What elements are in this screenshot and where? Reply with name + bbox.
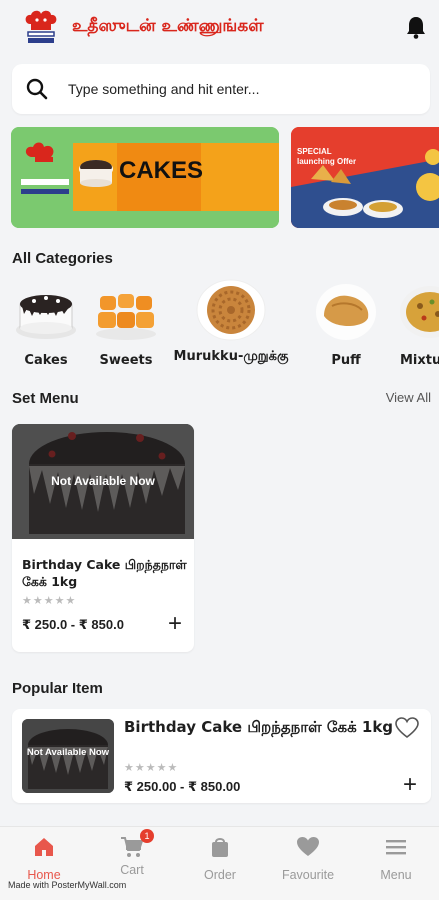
mixture-image	[400, 286, 439, 338]
product-name: Birthday Cake பிறந்தநாள் கேக் 1kg	[124, 718, 394, 736]
set-menu-title: Set Menu	[12, 390, 79, 407]
bag-icon	[212, 838, 228, 857]
category-label: Murukku-முறுக்கு	[173, 349, 289, 364]
nav-label: Menu	[380, 868, 412, 882]
category-murukku[interactable]: Murukku-முறுக்கு	[166, 279, 296, 365]
category-cakes[interactable]: Cakes	[6, 282, 86, 368]
puff-image	[316, 284, 376, 340]
search-icon	[26, 78, 48, 100]
nav-label: Favourite	[281, 868, 335, 882]
product-price: ₹ 250.00 - ₹ 850.00	[124, 779, 241, 794]
category-sweets[interactable]: Sweets	[86, 282, 166, 368]
nav-label: Order	[204, 868, 236, 882]
nav-label: Cart	[120, 863, 144, 877]
sweets-image	[96, 294, 156, 340]
search-input[interactable]	[68, 77, 408, 101]
add-to-cart-button[interactable]: +	[403, 773, 417, 797]
nav-menu[interactable]: Menu	[352, 835, 439, 882]
hamburger-icon	[386, 840, 406, 855]
cart-icon: 1	[120, 829, 154, 859]
nav-home[interactable]: Home	[0, 835, 88, 882]
category-label: Puff	[331, 353, 361, 368]
category-label: Mixture	[400, 353, 439, 368]
heart-icon	[297, 837, 319, 856]
top-bar: உதீஸுடன் உண்ணுங்கள்	[0, 0, 439, 56]
category-label: Sweets	[99, 353, 153, 368]
search-bar[interactable]	[12, 64, 430, 114]
all-categories-title: All Categories	[12, 250, 113, 267]
add-to-cart-button[interactable]: +	[168, 612, 182, 636]
bell-icon[interactable]	[405, 15, 427, 39]
cake-image	[16, 295, 76, 339]
favourite-heart-icon[interactable]	[395, 717, 419, 739]
banner-headline: CAKES	[119, 157, 204, 184]
category-label: Cakes	[24, 353, 68, 368]
rating-stars: ★★★★★	[22, 595, 77, 607]
nav-order[interactable]: Order	[176, 835, 264, 882]
banner-offer-text: SPECIAL launching Offer	[297, 147, 357, 166]
product-name: Birthday Cake பிறந்தநாள் கேக் 1kg	[22, 557, 187, 589]
set-menu-card[interactable]: Not Available Now Birthday Cake பிறந்தநா…	[12, 424, 194, 652]
product-image: Not Available Now	[22, 719, 114, 793]
popular-item-card[interactable]: Not Available Now Birthday Cake பிறந்தநா…	[12, 709, 431, 803]
category-mixture[interactable]: Mixture	[386, 282, 439, 368]
promo-banner-cakes[interactable]: CAKES	[11, 127, 279, 228]
nav-favourite[interactable]: Favourite	[264, 835, 352, 882]
nav-cart[interactable]: 1 Cart	[88, 829, 176, 877]
murukku-image	[196, 279, 266, 341]
app-title: உதீஸுடன் உண்ணுங்கள்	[72, 16, 264, 36]
chef-logo	[25, 10, 57, 43]
availability-label: Not Available Now	[51, 474, 155, 488]
watermark: Made with PosterMyWall.com	[8, 880, 127, 890]
availability-label: Not Available Now	[26, 747, 110, 758]
view-all-link[interactable]: View All	[386, 390, 431, 405]
home-icon	[35, 838, 53, 856]
popular-item-title: Popular Item	[12, 680, 103, 697]
category-puff[interactable]: Puff	[306, 282, 386, 368]
promo-banner-offer[interactable]: SPECIAL launching Offer	[291, 127, 439, 228]
cart-badge: 1	[140, 829, 154, 843]
product-price: ₹ 250.0 - ₹ 850.0	[22, 617, 124, 632]
rating-stars: ★★★★★	[124, 762, 179, 774]
offer-banner-art	[291, 127, 439, 228]
